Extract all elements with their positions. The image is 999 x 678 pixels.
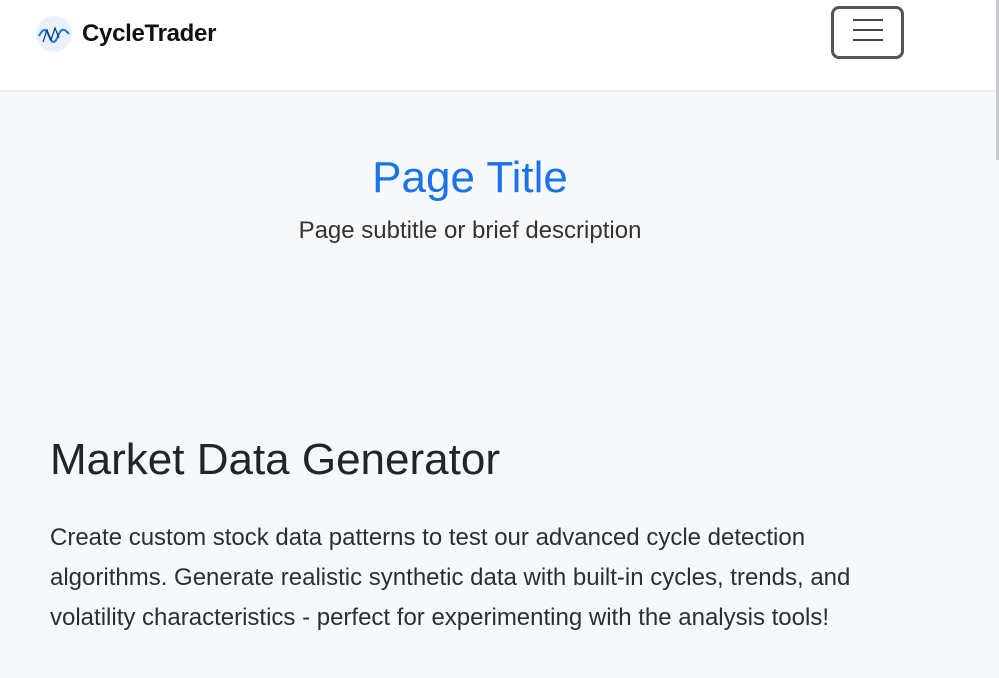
page-subtitle: Page subtitle or brief description (298, 217, 642, 244)
hamburger-menu-icon (852, 17, 884, 48)
navbar: CycleTrader (0, 0, 999, 91)
brand-link[interactable]: CycleTrader (36, 16, 216, 52)
brand-name: CycleTrader (82, 20, 217, 47)
wave-cycle-icon (36, 16, 72, 52)
market-data-generator-section: Market Data Generator Create custom stoc… (50, 432, 900, 638)
navbar-toggler-button[interactable] (831, 6, 904, 59)
page-title: Page Title (372, 153, 568, 202)
section-title: Market Data Generator (50, 435, 500, 484)
section-description: Create custom stock data patterns to tes… (50, 524, 851, 631)
page-header: Page Title Page subtitle or brief descri… (0, 150, 940, 246)
